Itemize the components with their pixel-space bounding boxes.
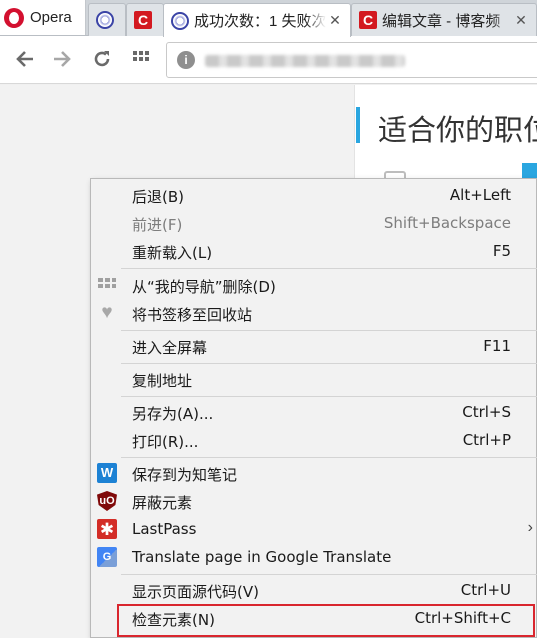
menu-item-print[interactable]: 打印(R)... Ctrl+P (91, 426, 537, 454)
menu-item-block-element[interactable]: uO 屏蔽元素 (91, 487, 537, 515)
menu-shortcut: F5 (492, 242, 511, 260)
menu-item-bookmark-to-trash[interactable]: ♥ 将书签移至回收站 (91, 299, 537, 327)
menu-label: 重新载入(L) (132, 244, 213, 262)
speed-dial-grid-icon (97, 275, 117, 295)
heading-accent-bar (356, 107, 360, 143)
tab-close-icon[interactable]: ✕ (512, 12, 530, 29)
page-heading: 适合你的职位 (378, 113, 537, 147)
tab-pinned-2[interactable]: C (126, 3, 164, 36)
tab-pinned-1[interactable] (88, 3, 126, 36)
menu-label: Translate page in Google Translate (132, 548, 392, 566)
menu-label: 保存到为知笔记 (132, 466, 238, 484)
blurred-url (205, 55, 405, 67)
globe-favicon-icon (170, 11, 190, 31)
menu-shortcut: Ctrl+U (460, 581, 511, 599)
menu-separator (121, 268, 537, 269)
menu-item-back[interactable]: 后退(B) Alt+Left (91, 181, 537, 209)
inspect-element-highlight (117, 604, 535, 637)
browser-toolbar: i (0, 36, 537, 84)
tab-title: 编辑文章 - 博客频 (382, 12, 501, 30)
reload-icon[interactable] (90, 48, 114, 72)
menu-item-copy-address[interactable]: 复制地址 (91, 365, 537, 393)
menu-label: 另存为(A)... (132, 405, 214, 423)
menu-shortcut: F11 (483, 337, 511, 355)
back-arrow-icon[interactable] (13, 48, 37, 72)
menu-separator (121, 457, 537, 458)
tab-strip: Opera C 成功次数：1 失败次 ✕ C 编辑文章 - 博客频 ✕ (0, 0, 537, 37)
menu-label: 进入全屏幕 (132, 339, 208, 357)
lastpass-icon: ✱ (97, 519, 117, 539)
menu-shortcut: Shift+Backspace (383, 214, 511, 232)
tab-success-count[interactable]: 成功次数：1 失败次 ✕ (163, 3, 351, 37)
menu-label: LastPass (132, 520, 197, 538)
c-favicon-icon: C (133, 10, 153, 30)
tab-edit-article[interactable]: C 编辑文章 - 博客频 ✕ (351, 3, 537, 36)
google-translate-icon: G (97, 547, 117, 567)
menu-item-reload[interactable]: 重新载入(L) F5 (91, 237, 537, 265)
address-bar[interactable]: i (166, 42, 537, 78)
globe-favicon-icon (95, 10, 115, 30)
menu-separator (121, 396, 537, 397)
menu-shortcut: Alt+Left (449, 186, 511, 204)
opera-logo-icon (4, 7, 24, 28)
speed-dial-grid-icon[interactable] (129, 48, 153, 72)
menu-label: 将书签移至回收站 (132, 306, 253, 324)
menu-item-forward[interactable]: 前进(F) Shift+Backspace (91, 209, 537, 237)
menu-shortcut: Ctrl+S (462, 403, 511, 421)
menu-separator (121, 330, 537, 331)
menu-item-view-source[interactable]: 显示页面源代码(V) Ctrl+U (91, 576, 537, 604)
menu-label: 前进(F) (132, 216, 183, 234)
menu-label: 复制地址 (132, 372, 193, 390)
menu-item-save-as[interactable]: 另存为(A)... Ctrl+S (91, 398, 537, 426)
menu-label: 显示页面源代码(V) (132, 583, 259, 601)
tab-title: 成功次数：1 失败次 (194, 13, 326, 30)
menu-item-fullscreen[interactable]: 进入全屏幕 F11 (91, 332, 537, 360)
heart-icon: ♥ (101, 302, 113, 323)
menu-item-google-translate[interactable]: G Translate page in Google Translate (91, 543, 537, 571)
tab-close-icon[interactable]: ✕ (326, 12, 344, 29)
menu-separator (121, 574, 537, 575)
menu-item-save-wiznote[interactable]: W 保存到为知笔记 (91, 459, 537, 487)
menu-separator (121, 363, 537, 364)
forward-arrow-icon[interactable] (50, 48, 74, 72)
menu-item-lastpass[interactable]: ✱ LastPass › (91, 515, 537, 543)
wiznote-icon: W (97, 463, 117, 483)
opera-menu-button[interactable]: Opera (0, 0, 86, 35)
context-menu: 后退(B) Alt+Left 前进(F) Shift+Backspace 重新载… (90, 178, 537, 638)
menu-label: 从“我的导航”删除(D) (132, 278, 276, 296)
menu-label: 后退(B) (132, 188, 184, 206)
info-icon[interactable]: i (177, 51, 195, 69)
chevron-right-icon: › (527, 519, 533, 536)
menu-label: 屏蔽元素 (132, 494, 193, 512)
menu-item-remove-speed-dial[interactable]: 从“我的导航”删除(D) (91, 271, 537, 299)
c-favicon-icon: C (358, 10, 378, 30)
ublock-icon: uO (97, 491, 117, 511)
menu-label: 打印(R)... (132, 433, 199, 451)
opera-menu-label: Opera (30, 9, 72, 26)
menu-shortcut: Ctrl+P (462, 431, 511, 449)
